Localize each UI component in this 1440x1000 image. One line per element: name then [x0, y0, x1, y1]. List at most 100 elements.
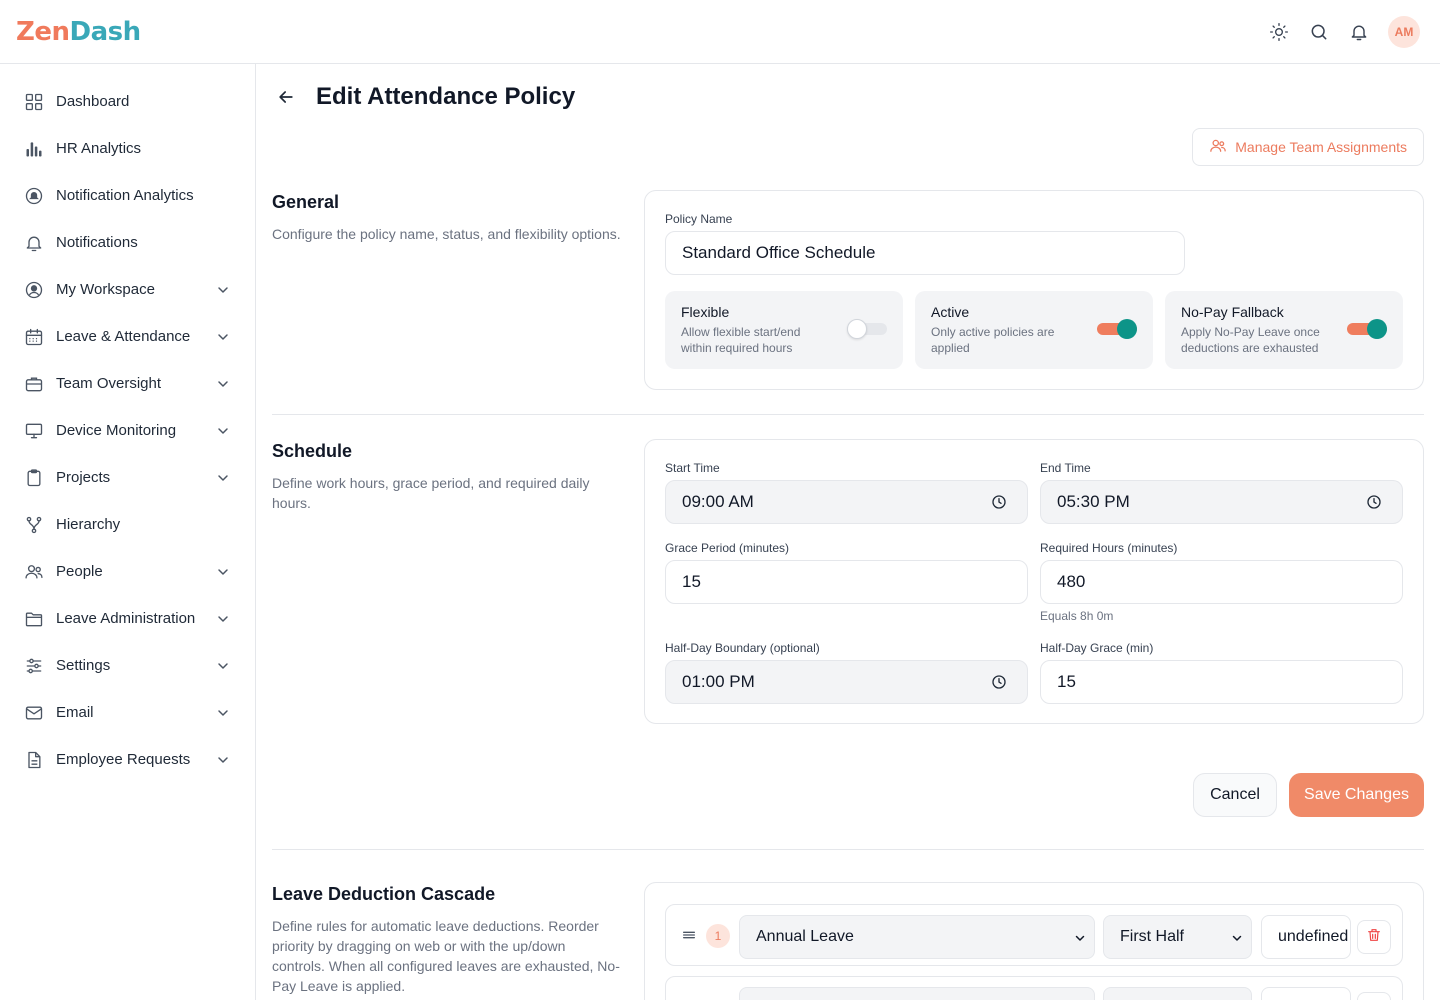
- half-day-boundary-input[interactable]: 01:00 PM: [665, 660, 1028, 704]
- grace-period-label: Grace Period (minutes): [665, 541, 790, 555]
- grace-period-input[interactable]: 15: [665, 560, 1028, 604]
- sidebar-item-notifications[interactable]: Notifications: [0, 219, 255, 266]
- chevron-down-icon[interactable]: [215, 564, 231, 580]
- amount-input[interactable]: [1261, 987, 1351, 1000]
- sidebar-item-label: Email: [56, 704, 94, 721]
- amount-input[interactable]: undefined: [1261, 915, 1351, 959]
- chevron-down-icon: [1074, 931, 1086, 943]
- delete-row-button[interactable]: [1357, 920, 1391, 954]
- required-hours-label: Required Hours (minutes): [1040, 541, 1178, 555]
- chevron-down-icon[interactable]: [215, 658, 231, 674]
- sidebar-item-label: Projects: [56, 469, 111, 486]
- back-arrow-icon[interactable]: [272, 83, 300, 111]
- section-divider: [272, 849, 1424, 850]
- sidebar-item-people[interactable]: People: [0, 548, 255, 595]
- flexible-switch[interactable]: [847, 319, 887, 339]
- sliders-icon: [24, 656, 44, 676]
- search-icon[interactable]: [1308, 21, 1330, 43]
- active-toggle-card: Active Only active policies are applied: [915, 291, 1153, 369]
- sidebar-item-notification-analytics[interactable]: Notification Analytics: [0, 172, 255, 219]
- sidebar-item-label: Dashboard: [56, 93, 130, 110]
- policy-name-label: Policy Name: [665, 212, 733, 226]
- sidebar-item-device-monitoring[interactable]: Device Monitoring: [0, 407, 255, 454]
- grace-period-value: 15: [682, 572, 701, 591]
- sidebar-item-label: Employee Requests: [56, 751, 191, 768]
- policy-name-input[interactable]: Standard Office Schedule: [665, 231, 1185, 275]
- end-time-value: 05:30 PM: [1057, 492, 1130, 511]
- end-time-input[interactable]: 05:30 PM: [1040, 480, 1403, 524]
- sidebar-item-label: My Workspace: [56, 281, 155, 298]
- schedule-card: Start Time 09:00 AM End Time 05:30 PM Gr…: [644, 439, 1424, 724]
- half-day-grace-input[interactable]: 15: [1040, 660, 1403, 704]
- sidebar-item-hierarchy[interactable]: Hierarchy: [0, 501, 255, 548]
- monitor-icon: [24, 421, 44, 441]
- sidebar-item-email[interactable]: Email: [0, 689, 255, 736]
- delete-row-button[interactable]: [1357, 992, 1391, 1000]
- required-hours-hint: Equals 8h 0m: [1040, 609, 1114, 623]
- clock-icon[interactable]: [991, 494, 1007, 510]
- start-time-input[interactable]: 09:00 AM: [665, 480, 1028, 524]
- manage-team-assignments-button[interactable]: Manage Team Assignments: [1192, 128, 1424, 166]
- avatar[interactable]: AM: [1388, 15, 1420, 48]
- sidebar-item-settings[interactable]: Settings: [0, 642, 255, 689]
- sidebar-item-label: HR Analytics: [56, 140, 142, 157]
- cascade-row[interactable]: [665, 976, 1403, 1000]
- page-header: Edit Attendance Policy: [272, 80, 575, 114]
- chevron-down-icon[interactable]: [215, 611, 231, 627]
- half-select[interactable]: [1103, 987, 1252, 1000]
- bar-chart-icon: [24, 139, 44, 159]
- leave-type-select[interactable]: Annual Leave: [739, 915, 1095, 959]
- no-pay-fallback-toggle-card: No-Pay Fallback Apply No-Pay Leave once …: [1165, 291, 1403, 369]
- half-select[interactable]: First Half: [1103, 915, 1252, 959]
- clock-icon[interactable]: [991, 674, 1007, 690]
- schedule-section-description: Define work hours, grace period, and req…: [272, 475, 590, 511]
- folder-icon: [24, 609, 44, 629]
- sidebar-item-team-oversight[interactable]: Team Oversight: [0, 360, 255, 407]
- general-section-title: General: [272, 192, 340, 212]
- chevron-down-icon[interactable]: [215, 470, 231, 486]
- sidebar-item-leave-and-attendance[interactable]: Leave & Attendance: [0, 313, 255, 360]
- sidebar-item-hr-analytics[interactable]: HR Analytics: [0, 125, 255, 172]
- chevron-down-icon[interactable]: [215, 423, 231, 439]
- half-value: First Half: [1120, 928, 1184, 945]
- bell-icon[interactable]: [1348, 21, 1370, 43]
- save-changes-button[interactable]: Save Changes: [1289, 773, 1424, 817]
- sidebar-item-dashboard[interactable]: Dashboard: [0, 78, 255, 125]
- branch-icon: [24, 515, 44, 535]
- required-hours-input[interactable]: 480: [1040, 560, 1403, 604]
- drag-handle-icon[interactable]: [681, 927, 697, 943]
- cancel-button[interactable]: Cancel: [1193, 773, 1277, 817]
- sidebar-item-projects[interactable]: Projects: [0, 454, 255, 501]
- user-circle-icon: [24, 280, 44, 300]
- chevron-down-icon[interactable]: [215, 752, 231, 768]
- cascade-row[interactable]: 1 Annual Leave First Half undefined: [665, 904, 1403, 966]
- top-bar: Zen Dash AM: [0, 0, 1440, 64]
- sidebar-item-leave-administration[interactable]: Leave Administration: [0, 595, 255, 642]
- no-pay-fallback-switch[interactable]: [1347, 319, 1387, 339]
- grid-icon: [24, 92, 44, 112]
- sidebar-item-label: Team Oversight: [56, 375, 162, 392]
- trash-icon: [1366, 927, 1382, 948]
- schedule-section-title: Schedule: [272, 441, 353, 461]
- briefcase-icon: [24, 374, 44, 394]
- flexible-toggle-card: Flexible Allow flexible start/end within…: [665, 291, 903, 369]
- chevron-down-icon[interactable]: [215, 376, 231, 392]
- half-day-grace-value: 15: [1057, 672, 1076, 691]
- cascade-section-description: Define rules for automatic leave deducti…: [272, 918, 620, 994]
- amount-value: undefined: [1278, 928, 1349, 945]
- app-logo[interactable]: Zen Dash: [16, 17, 141, 47]
- active-switch[interactable]: [1097, 319, 1137, 339]
- sun-icon[interactable]: [1268, 21, 1290, 43]
- chevron-down-icon[interactable]: [215, 329, 231, 345]
- topbar-actions: AM: [1268, 15, 1424, 48]
- sidebar-item-my-workspace[interactable]: My Workspace: [0, 266, 255, 313]
- required-hours-value: 480: [1057, 572, 1086, 591]
- chevron-down-icon[interactable]: [215, 282, 231, 298]
- flexible-description: Allow flexible start/end within required…: [681, 325, 801, 355]
- leave-type-select[interactable]: [739, 987, 1095, 1000]
- half-day-grace-label: Half-Day Grace (min): [1040, 641, 1154, 655]
- clock-icon[interactable]: [1366, 494, 1382, 510]
- chevron-down-icon[interactable]: [215, 705, 231, 721]
- chevron-down-icon: [1231, 931, 1243, 943]
- sidebar-item-employee-requests[interactable]: Employee Requests: [0, 736, 255, 783]
